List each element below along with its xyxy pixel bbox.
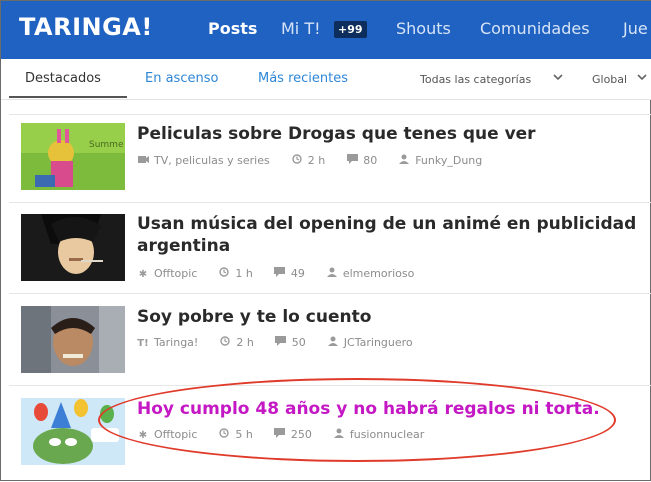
film-icon (137, 155, 149, 167)
post-comments: 49 (290, 267, 305, 280)
post-list-item[interactable]: Usan música del opening de un animé en p… (9, 202, 651, 294)
post-thumbnail[interactable] (21, 214, 125, 281)
taringa-t-icon: T! (137, 338, 149, 349)
post-thumbnail[interactable]: Summe (21, 123, 125, 190)
tab-mas-recientes[interactable]: Más recientes (258, 71, 348, 86)
scope-filter-dropdown[interactable]: Global (592, 73, 627, 86)
active-tab-indicator (9, 96, 127, 98)
post-time: 2 h (307, 154, 326, 167)
notification-badge: +99 (334, 21, 367, 38)
post-author[interactable]: elmemorioso (343, 267, 415, 280)
post-title[interactable]: Usan música del opening de un animé en p… (137, 213, 637, 257)
posts-tab-bar: Destacados En ascenso Más recientes Toda… (1, 59, 651, 100)
comment-icon (346, 154, 358, 167)
clock-icon (219, 336, 231, 349)
clock-icon (218, 267, 230, 280)
user-icon (398, 154, 410, 167)
post-title[interactable]: Peliculas sobre Drogas que tenes que ver (137, 123, 637, 145)
post-title[interactable]: Soy pobre y te lo cuento (137, 306, 637, 328)
post-category[interactable]: TV, peliculas y series (154, 154, 270, 167)
taringa-logo[interactable]: TARINGA! (19, 13, 153, 41)
post-meta: T! Taringa! 2 h 50 JCTaringuero (137, 336, 413, 349)
clock-icon (291, 154, 303, 167)
asterisk-icon: ✱ (138, 269, 148, 280)
post-time: 2 h (236, 336, 254, 349)
nav-shouts[interactable]: Shouts (396, 19, 451, 38)
top-navigation-bar: TARINGA! Posts Mi T! +99 Shouts Comunida… (1, 1, 651, 59)
post-list-item[interactable]: Summe Peliculas sobre Drogas que tenes q… (9, 114, 651, 203)
post-author[interactable]: JCTaringuero (344, 336, 413, 349)
user-icon (327, 336, 339, 349)
post-list-item[interactable]: Soy pobre y te lo cuento T! Taringa! 2 h … (9, 293, 651, 386)
nav-posts[interactable]: Posts (208, 19, 257, 38)
user-icon (326, 267, 338, 280)
post-time: 1 h (235, 267, 253, 280)
category-filter-dropdown[interactable]: Todas las categorías (420, 73, 531, 86)
post-author[interactable]: Funky_Dung (415, 154, 482, 167)
red-highlight-ellipse (98, 378, 616, 462)
comment-icon (274, 267, 286, 280)
post-meta: TV, peliculas y series 2 h 80 Funky_Dung (137, 154, 482, 167)
post-category[interactable]: Taringa! (154, 336, 198, 349)
chevron-down-icon[interactable] (637, 72, 647, 85)
tab-destacados[interactable]: Destacados (25, 71, 101, 86)
nav-comunidades[interactable]: Comunidades (480, 19, 590, 38)
svg-text:Summe: Summe (89, 140, 124, 150)
post-comments: 80 (363, 154, 378, 167)
nav-juegos[interactable]: Jue (623, 19, 648, 38)
tab-en-ascenso[interactable]: En ascenso (145, 71, 218, 86)
post-thumbnail[interactable] (21, 306, 125, 373)
chevron-down-icon[interactable] (553, 72, 563, 85)
comment-icon (275, 336, 287, 349)
post-meta: ✱ Offtopic 1 h 49 elmemorioso (137, 267, 414, 280)
post-comments: 50 (291, 336, 306, 349)
post-category[interactable]: Offtopic (154, 267, 197, 280)
nav-mi-t[interactable]: Mi T! (281, 19, 321, 38)
